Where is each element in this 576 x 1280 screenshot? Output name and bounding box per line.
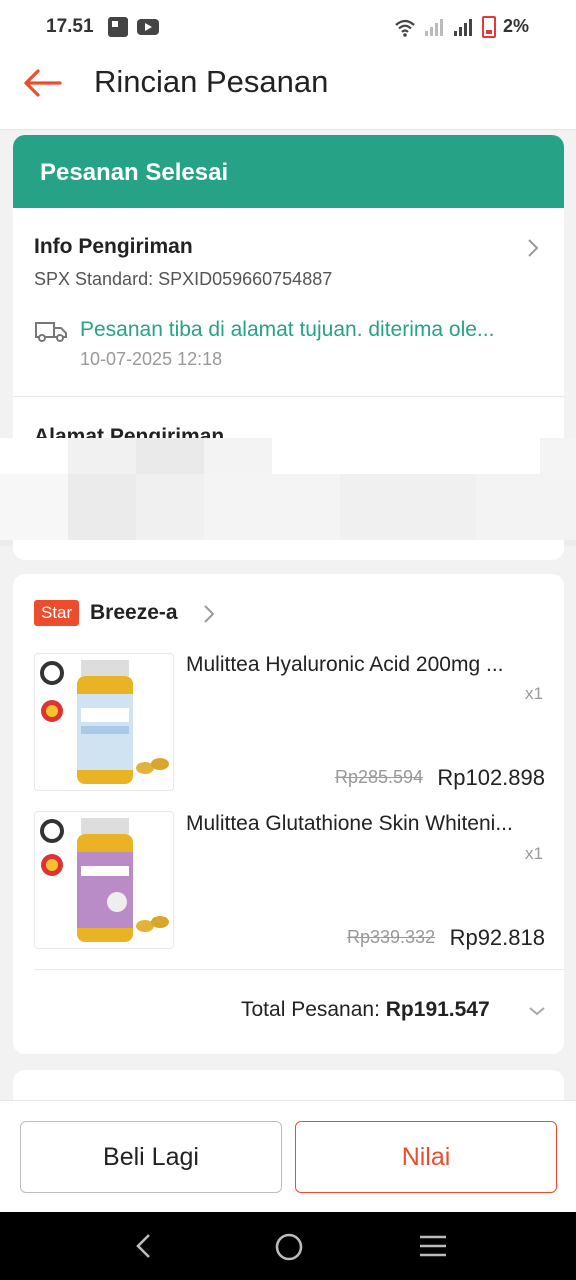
product-qty: x1 xyxy=(525,684,543,703)
rate-button[interactable]: Nilai xyxy=(295,1121,557,1193)
star-seller-badge: Star xyxy=(34,600,80,626)
nav-menu-icon[interactable] xyxy=(418,1232,448,1260)
softgel-capsules-icon xyxy=(136,916,169,932)
shipping-datetime: 10-07-2025 12:18 xyxy=(80,349,223,369)
truck-icon xyxy=(35,322,67,342)
product-name[interactable]: Mulittea Hyaluronic Acid 200mg ... xyxy=(186,653,503,677)
order-total-value: Rp191.547 xyxy=(385,998,490,1021)
tracking-number: SPX Standard: SPXID059660754887 xyxy=(34,269,333,289)
award-badge-icon xyxy=(41,854,63,876)
status-time: 17.51 xyxy=(46,16,94,37)
divider xyxy=(34,969,564,970)
notification-icon xyxy=(108,17,128,37)
softgel-capsules-icon xyxy=(136,758,169,774)
order-status-title: Pesanan Selesai xyxy=(40,159,229,186)
battery-icon xyxy=(482,16,496,38)
bottom-action-bar: Beli Lagi Nilai xyxy=(0,1100,576,1212)
youtube-icon xyxy=(137,19,159,35)
status-banner: Pesanan Selesai xyxy=(13,135,564,208)
buy-again-button[interactable]: Beli Lagi xyxy=(20,1121,282,1193)
product-image-glutathione-bottle[interactable] xyxy=(34,811,174,949)
product-qty: x1 xyxy=(525,844,543,863)
battery-percent: 2% xyxy=(503,16,530,36)
page-title: Rincian Pesanan xyxy=(94,64,329,99)
app-header: Rincian Pesanan xyxy=(0,56,576,130)
final-price: Rp92.818 xyxy=(449,925,545,950)
back-arrow-icon[interactable] xyxy=(22,68,62,98)
shipping-info-title[interactable]: Info Pengiriman xyxy=(34,235,193,259)
final-price: Rp102.898 xyxy=(437,765,545,790)
order-items-card: Star Breeze-a Mulittea Hyaluronic Acid 2… xyxy=(13,574,564,1054)
shop-name[interactable]: Breeze-a xyxy=(90,601,178,625)
signal-sim2-icon xyxy=(454,19,472,36)
award-badge-icon xyxy=(41,700,63,722)
system-nav-bar xyxy=(0,1212,576,1280)
hyaluronic-bottle-icon xyxy=(77,660,133,784)
chevron-right-icon[interactable] xyxy=(203,604,215,624)
nav-back-icon[interactable] xyxy=(132,1232,156,1260)
chevron-down-icon[interactable] xyxy=(527,1004,547,1018)
order-total[interactable]: Total Pesanan: Rp191.547 xyxy=(241,998,490,1022)
original-price: Rp339.332 xyxy=(347,927,436,947)
nav-home-icon[interactable] xyxy=(274,1232,304,1262)
wifi-icon xyxy=(395,19,415,37)
status-bar: 17.51 2% xyxy=(0,0,576,56)
product-image-hyaluronic-acid-bottle[interactable] xyxy=(34,653,174,791)
shipping-status[interactable]: Pesanan tiba di alamat tujuan. diterima … xyxy=(80,318,494,342)
original-price: Rp285.594 xyxy=(335,767,424,787)
product-name[interactable]: Mulittea Glutathione Skin Whiteni... xyxy=(186,812,513,836)
redacted-address-block xyxy=(0,438,576,560)
order-total-label: Total Pesanan: xyxy=(241,998,386,1021)
certification-seal-icon xyxy=(40,661,64,685)
chevron-right-icon[interactable] xyxy=(525,237,541,259)
signal-sim1-icon xyxy=(425,19,443,36)
glutathione-bottle-icon xyxy=(77,818,133,942)
divider xyxy=(13,396,564,397)
certification-seal-icon xyxy=(40,819,64,843)
